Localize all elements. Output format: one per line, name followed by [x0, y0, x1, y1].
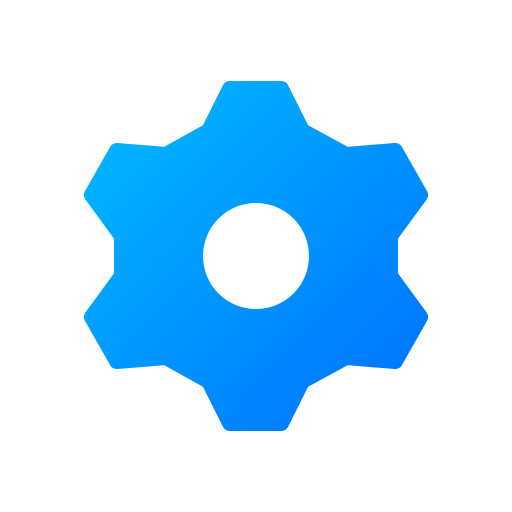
gear-icon — [84, 81, 428, 431]
settings-app-icon[interactable] — [0, 0, 512, 512]
gear-center-hole — [203, 203, 309, 309]
app-icon-canvas — [0, 0, 512, 512]
